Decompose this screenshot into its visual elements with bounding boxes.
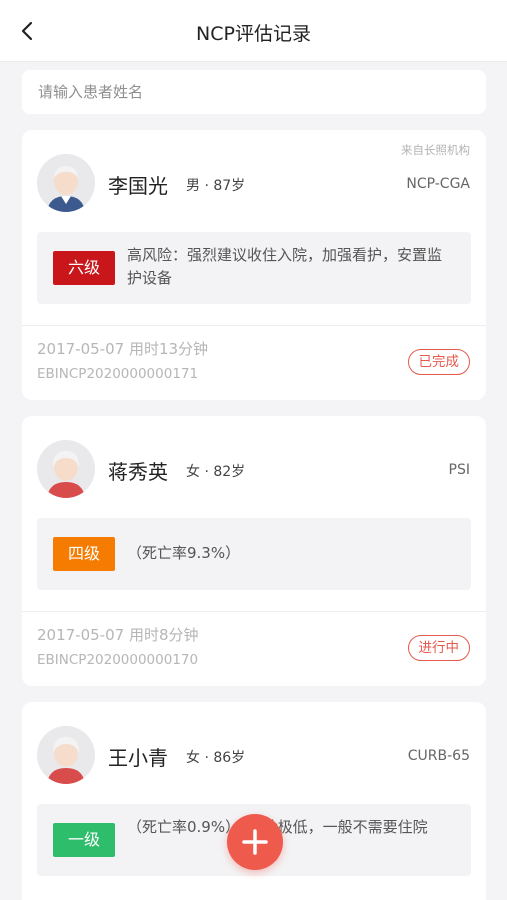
assessment-type: CURB-65 — [407, 748, 470, 764]
record-card-footer: 2017-05-07 用时8分钟 EBINCP2020000000170 进行中 — [22, 611, 486, 685]
record-card[interactable]: 蒋秀英 女 · 82岁 PSI 四级 （死亡率9.3%） 2017-05-07 … — [22, 416, 486, 686]
record-code: EBINCP2020000000170 — [37, 652, 199, 668]
record-card-header: 蒋秀英 女 · 82岁 PSI 四级 （死亡率9.3%） — [22, 416, 486, 611]
avatar — [37, 726, 95, 784]
patient-meta: 男 · 87岁 — [186, 178, 246, 194]
risk-summary: 六级 高风险：强烈建议收住入院，加强看护，安置监护设备 — [37, 232, 471, 304]
record-card-header: 来自长照机构 李国光 男 · 87岁 NCP-CGA 六级 高风险：强烈建议收住… — [22, 130, 486, 325]
record-date-duration: 2017-05-07 用时8分钟 — [37, 626, 199, 644]
level-badge: 四级 — [53, 537, 115, 571]
status-badge: 已完成 — [407, 349, 470, 375]
record-date-duration: 2017-05-07 用时13分钟 — [37, 340, 209, 358]
avatar — [37, 440, 95, 498]
record-card-footer: 2017-05-07 用时13分钟 EBINCP2020000000171 已完… — [22, 325, 486, 399]
patient-name: 李国光 — [108, 174, 168, 198]
status-badge: 进行中 — [407, 635, 470, 661]
patient-meta: 女 · 82岁 — [186, 464, 246, 480]
source-label: 来自长照机构 — [401, 143, 470, 157]
navigation-bar: NCP评估记录 — [0, 0, 507, 62]
risk-description: （死亡率9.3%） — [127, 544, 241, 562]
record-card[interactable]: 来自长照机构 李国光 男 · 87岁 NCP-CGA 六级 高风险：强烈建议收住… — [22, 130, 486, 400]
risk-description: 高风险：强烈建议收住入院，加强看护，安置监护设备 — [127, 246, 443, 287]
assessment-type: PSI — [448, 462, 470, 478]
patient-name: 蒋秀英 — [108, 460, 168, 484]
risk-description: （死亡率0.9%）：危险极低，一般不需要住院 — [127, 816, 449, 839]
record-code: EBINCP2020000000171 — [37, 366, 199, 382]
record-card[interactable]: 王小青 女 · 86岁 CURB-65 一级 （死亡率0.9%）：危险极低，一般… — [22, 702, 486, 900]
level-badge: 一级 — [53, 823, 115, 857]
search-input[interactable] — [22, 70, 486, 114]
level-badge: 六级 — [53, 251, 115, 285]
page-title: NCP评估记录 — [196, 23, 311, 45]
plus-icon — [242, 829, 268, 855]
risk-summary: 四级 （死亡率9.3%） — [37, 518, 471, 590]
add-record-button[interactable] — [227, 814, 283, 870]
patient-meta: 女 · 86岁 — [186, 750, 246, 766]
search-bar — [22, 70, 486, 114]
avatar — [37, 154, 95, 212]
patient-name: 王小青 — [108, 746, 168, 770]
assessment-type: NCP-CGA — [406, 176, 470, 192]
